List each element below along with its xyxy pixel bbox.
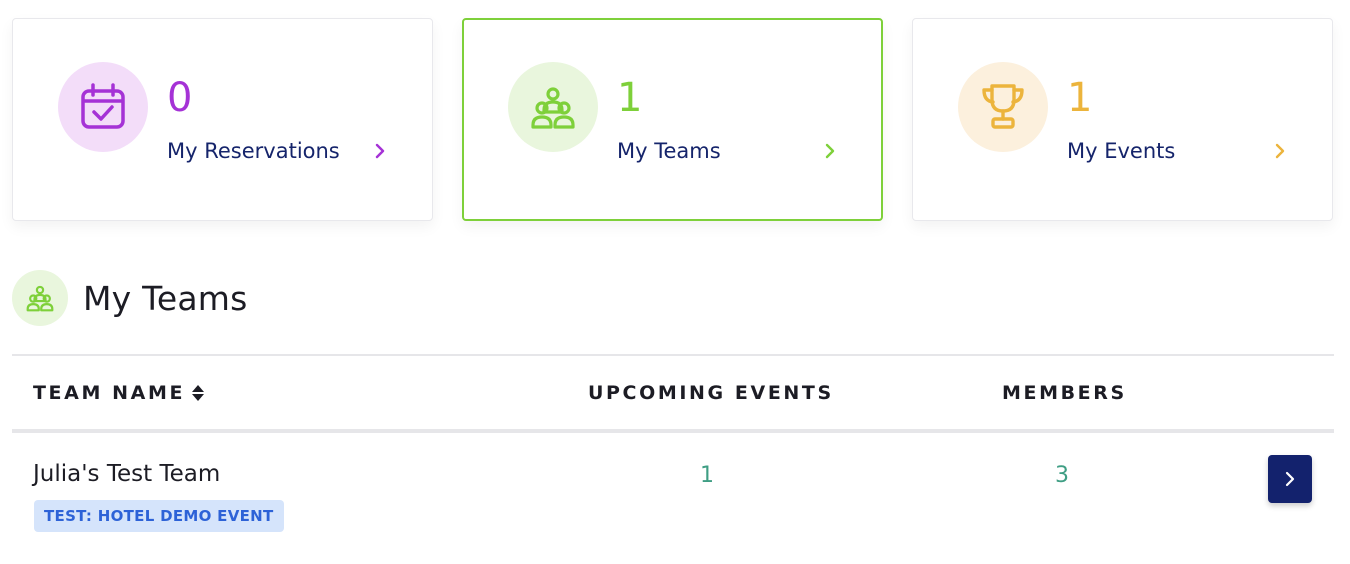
team-icon — [26, 285, 54, 312]
sort-icon — [192, 385, 205, 401]
chevron-right-icon — [375, 143, 385, 159]
reservations-card[interactable]: 0 My Reservations — [12, 18, 433, 221]
teams-label: My Teams — [617, 139, 721, 163]
team-icon-circle — [12, 270, 68, 326]
trophy-icon — [982, 84, 1024, 129]
trophy-icon-circle — [958, 62, 1048, 152]
team-name[interactable]: Julia's Test Team — [33, 461, 220, 487]
team-icon — [531, 87, 575, 129]
table-header: TEAM NAME UPCOMING EVENTS MEMBERS — [12, 356, 1334, 433]
open-team-button[interactable] — [1268, 455, 1312, 503]
events-card[interactable]: 1 My Events — [912, 18, 1333, 221]
events-count: 1 — [1067, 75, 1093, 121]
column-header-team-name[interactable]: TEAM NAME — [33, 382, 205, 404]
column-header-label: TEAM NAME — [33, 382, 186, 404]
table-row: Julia's Test Team 1 3 — [12, 433, 1334, 563]
members-count: 3 — [1055, 463, 1069, 488]
teams-count: 1 — [617, 75, 643, 121]
section-title: My Teams — [83, 278, 248, 318]
reservations-label: My Reservations — [167, 139, 340, 163]
chevron-right-icon — [1275, 143, 1285, 159]
upcoming-events-count: 1 — [700, 463, 714, 488]
events-label: My Events — [1067, 139, 1176, 163]
teams-card[interactable]: 1 My Teams — [462, 18, 883, 221]
reservations-count: 0 — [167, 75, 193, 121]
column-header-upcoming-events: UPCOMING EVENTS — [588, 382, 834, 404]
chevron-right-icon — [825, 143, 835, 159]
section-header: My Teams — [12, 270, 248, 326]
summary-cards: 0 My Reservations 1 My Teams 1 My Events — [12, 18, 1333, 221]
column-header-members: MEMBERS — [1002, 382, 1127, 404]
team-icon-circle — [508, 62, 598, 152]
calendar-check-icon — [81, 83, 125, 129]
event-badge: TEST: HOTEL DEMO EVENT — [34, 500, 284, 532]
chevron-right-icon — [1285, 471, 1295, 487]
calendar-icon-circle — [58, 62, 148, 152]
